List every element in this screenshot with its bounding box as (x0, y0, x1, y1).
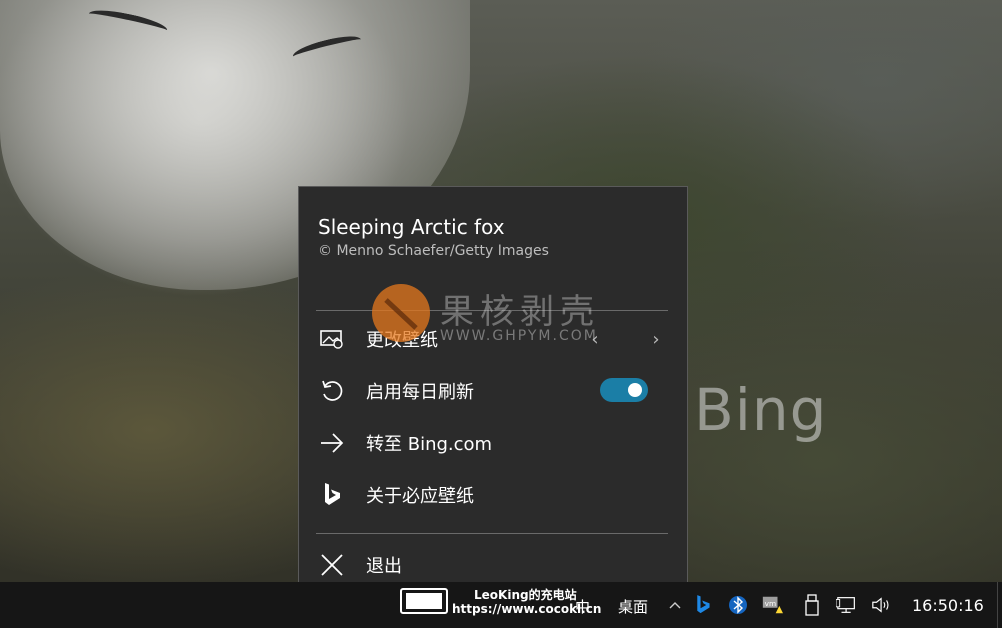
close-icon (318, 551, 346, 579)
usb-device-icon[interactable] (801, 594, 823, 616)
desktop-wallpaper: Bing Sleeping Arctic fox © Menno Schaefe… (0, 0, 1002, 628)
refresh-icon (318, 377, 346, 405)
menu-divider-bottom (316, 533, 668, 534)
wallpaper-credit: © Menno Schaefer/Getty Images (318, 243, 549, 259)
bing-wallpaper-menu: Sleeping Arctic fox © Menno Schaefer/Get… (298, 186, 688, 600)
battery-badge-icon (400, 588, 448, 614)
menu-item-change-wallpaper[interactable]: 更改壁纸 ‹ › (299, 315, 687, 363)
vm-warning-icon[interactable]: vm (761, 594, 783, 616)
next-wallpaper-button[interactable]: › (646, 329, 666, 350)
previous-wallpaper-button[interactable]: ‹ (585, 329, 605, 350)
show-desktop-button[interactable] (997, 582, 1002, 628)
bing-logo-icon (318, 481, 346, 509)
desktop-toolbar-label[interactable]: 桌面 (618, 596, 648, 617)
menu-divider-top (316, 310, 668, 311)
taskbar-clock[interactable]: 16:50:16 (912, 596, 984, 615)
network-icon[interactable] (836, 594, 858, 616)
menu-item-label: 转至 Bing.com (366, 434, 493, 455)
overlay-badge-title: LeoKing的充电站 (474, 588, 577, 602)
battery-badge-fill (406, 593, 442, 609)
bluetooth-icon[interactable] (727, 594, 749, 616)
menu-item-label: 更改壁纸 (366, 330, 438, 351)
menu-item-about[interactable]: 关于必应壁纸 (299, 471, 687, 519)
menu-item-label: 关于必应壁纸 (366, 486, 474, 507)
toggle-knob (628, 383, 642, 397)
menu-item-go-to-bing[interactable]: 转至 Bing.com (299, 419, 687, 467)
menu-item-label: 启用每日刷新 (366, 382, 474, 403)
change-wallpaper-icon (318, 325, 346, 353)
menu-item-label: 退出 (366, 556, 402, 577)
bing-wallpaper-watermark: Bing (694, 376, 828, 444)
overlay-badge-url: https://www.cocokl.cn (452, 602, 602, 616)
bing-tray-icon[interactable] (692, 594, 714, 616)
tray-overflow-chevron-icon[interactable] (664, 594, 686, 616)
wallpaper-title: Sleeping Arctic fox (318, 215, 505, 239)
svg-text:vm: vm (765, 599, 776, 608)
arrow-right-icon (318, 429, 346, 457)
volume-icon[interactable] (871, 594, 893, 616)
daily-refresh-toggle[interactable] (600, 378, 648, 402)
